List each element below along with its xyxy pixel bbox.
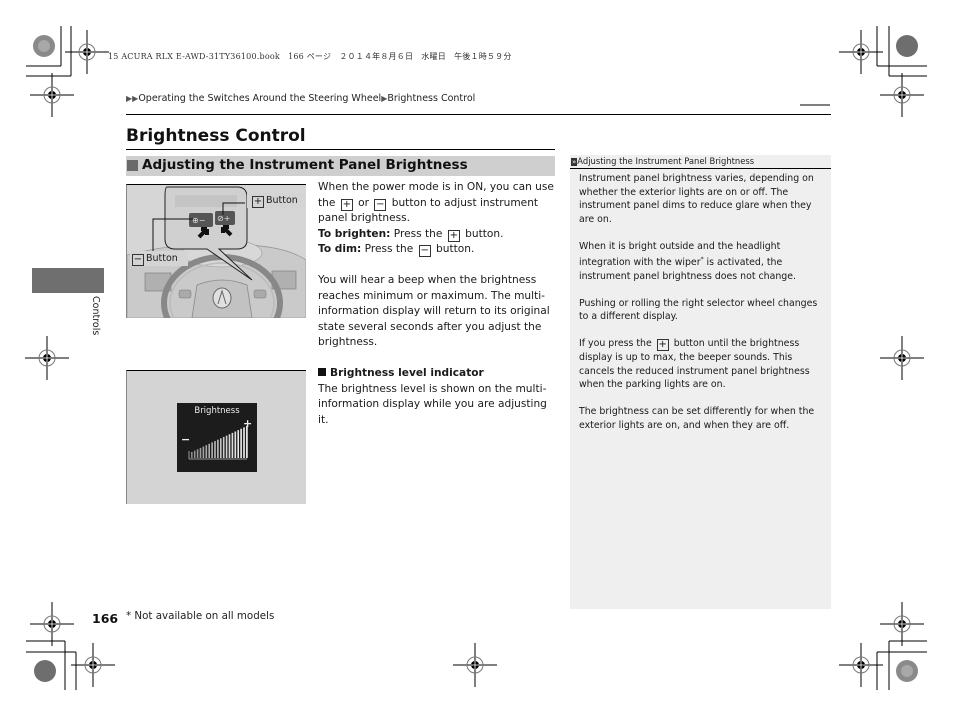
plus-button-icon: + [447, 229, 460, 242]
brightness-bar [202, 446, 205, 458]
sidebar-paragraph: If you press the + button until the brig… [579, 338, 810, 391]
sidebar-paragraph: Pushing or rolling the right selector wh… [579, 297, 818, 323]
sidebar-paragraph: Instrument panel brightness varies, depe… [579, 173, 814, 225]
crosshair-target-icon [880, 602, 924, 646]
sidebar-paragraph: When it is bright outside and the headli… [579, 240, 796, 282]
brightness-bar [196, 449, 199, 458]
svg-text:⊕−: ⊕− [192, 216, 205, 225]
brightness-bar [208, 443, 210, 458]
brightness-bar [234, 431, 237, 458]
crosshair-target-icon [839, 30, 883, 74]
crosshair-target-icon [880, 73, 924, 117]
sidebar-heading: »Adjusting the Instrument Panel Brightne… [570, 155, 831, 169]
brighten-instruction: To brighten: Press the + button. [318, 227, 504, 242]
brightness-bar [243, 427, 245, 458]
crosshair-target-icon [880, 336, 924, 380]
minus-button-icon: − [418, 245, 431, 257]
sidebar-paragraph: The brightness can be set differently fo… [579, 406, 815, 431]
brightness-bar [222, 436, 225, 458]
brightness-bar [231, 432, 234, 458]
brightness-bar [220, 438, 222, 458]
plus-button-icon: + [656, 339, 669, 352]
section-heading: Adjusting the Instrument Panel Brightnes… [142, 157, 468, 173]
plus-button-icon: + [340, 198, 353, 211]
indicator-paragraph: The brightness level is shown on the mul… [318, 382, 547, 426]
brightness-bar [217, 439, 219, 458]
section-square-icon [127, 160, 138, 171]
breadcrumb-arrow-icon: ▶▶ [126, 94, 139, 103]
brightness-bar [237, 430, 239, 458]
crosshair-target-icon [71, 643, 115, 687]
section-heading-bar: Adjusting the Instrument Panel Brightnes… [126, 156, 555, 176]
indicator-heading: Brightness level indicator [318, 366, 558, 382]
crosshair-target-icon [30, 73, 74, 117]
crosshair-target-icon [65, 30, 109, 74]
brightness-bar [214, 441, 216, 458]
square-bullet-icon [318, 368, 326, 376]
brightness-bar [228, 434, 231, 458]
main-body-text: When the power mode is in ON, you can us… [318, 180, 558, 428]
title-divider [126, 149, 555, 150]
brightness-display-illustration: Brightness − + [126, 370, 306, 504]
plus-button-icon: + [252, 196, 264, 208]
breadcrumb-current: Brightness Control [387, 93, 476, 104]
crosshair-target-icon [30, 602, 74, 646]
brightness-bar [240, 428, 242, 458]
crosshair-target-icon [839, 643, 883, 687]
minus-button-label: − Button [132, 253, 178, 266]
crosshair-target-icon [25, 336, 69, 380]
steering-wheel-illustration: ⊕− ⊘+ + Button − Button [126, 184, 306, 318]
breadcrumb: ▶▶Operating the Switches Around the Stee… [126, 93, 475, 104]
crosshair-target-icon [453, 643, 497, 687]
brightness-bar [211, 442, 213, 458]
svg-text:⊘+: ⊘+ [217, 214, 230, 223]
chapter-tab[interactable] [32, 268, 104, 293]
brightness-bar [193, 450, 196, 458]
plus-button-label: + Button [252, 195, 298, 208]
minus-indicator-icon: − [181, 433, 191, 446]
registration-rosette-icon [34, 660, 56, 682]
registration-rosette-icon [896, 35, 918, 57]
display-title: Brightness [194, 406, 240, 416]
dim-instruction: To dim: Press the − button. [318, 243, 475, 257]
brightness-bar [225, 435, 228, 458]
breadcrumb-parent-link[interactable]: Operating the Switches Around the Steeri… [138, 93, 381, 104]
brightness-bar [205, 445, 208, 458]
brightness-display-screen [177, 403, 257, 472]
print-slug-header: 15 ACURA RLX E-AWD-31TY36100.book 166 ペー… [108, 52, 512, 61]
minus-button-icon: − [374, 198, 387, 211]
plus-indicator-icon: + [243, 417, 253, 430]
minus-button-icon: − [132, 254, 144, 266]
header-divider [126, 114, 831, 115]
intro-paragraph: When the power mode is in ON, you can us… [318, 181, 554, 224]
beep-paragraph: You will hear a beep when the brightness… [318, 274, 550, 348]
sidebar-text: Instrument panel brightness varies, depe… [579, 172, 827, 432]
brightness-bar [246, 426, 248, 458]
footnote: * Not available on all models [126, 610, 275, 622]
page-number: 166 [92, 611, 119, 626]
chapter-label: Controls [90, 296, 101, 336]
page-title: Brightness Control [126, 126, 306, 146]
brightness-bar [191, 452, 193, 458]
brightness-bar [199, 447, 202, 458]
